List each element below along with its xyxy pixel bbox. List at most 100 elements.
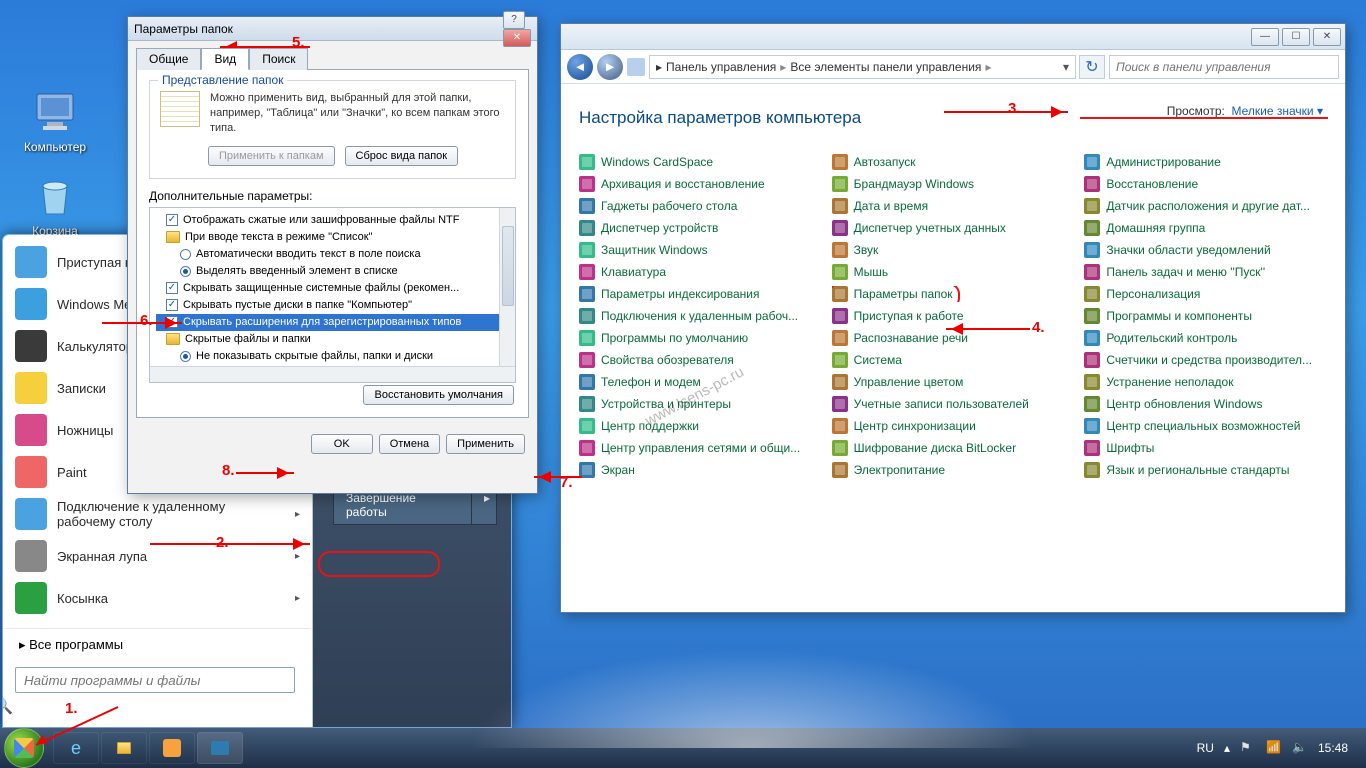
all-programs[interactable]: ▸ Все программы (5, 628, 310, 661)
cp-item[interactable]: Защитник Windows (579, 242, 822, 258)
radio[interactable] (180, 249, 191, 260)
cp-item[interactable]: Программы по умолчанию (579, 330, 822, 346)
refresh-button[interactable]: ↻ (1079, 55, 1105, 79)
network-icon[interactable]: 📶 (1266, 740, 1282, 756)
cp-item[interactable]: Восстановление (1084, 176, 1327, 192)
reset-folders-button[interactable]: Сброс вида папок (345, 146, 459, 166)
lang-indicator[interactable]: RU (1197, 741, 1214, 755)
flag-icon[interactable]: ⚑ (1240, 740, 1256, 756)
cp-item[interactable]: Звук (832, 242, 1075, 258)
maximize-button[interactable]: ☐ (1282, 28, 1310, 46)
cp-item[interactable]: Центр управления сетями и общи... (579, 440, 822, 456)
start-item[interactable]: Подключение к удаленному рабочему столу▸ (5, 493, 310, 535)
crumb-item[interactable]: Все элементы панели управления (790, 60, 981, 74)
adv-option[interactable]: Автоматически вводить текст в поле поиск… (156, 246, 511, 263)
cp-item[interactable]: Телефон и модем (579, 374, 822, 390)
cp-item[interactable]: Домашняя группа (1084, 220, 1327, 236)
cp-item[interactable]: Центр обновления Windows (1084, 396, 1327, 412)
cp-item[interactable]: Свойства обозревателя (579, 352, 822, 368)
cp-item[interactable]: Подключения к удаленным рабоч... (579, 308, 822, 324)
cancel-button[interactable]: Отмена (379, 434, 440, 454)
cp-item[interactable]: Родительский контроль (1084, 330, 1327, 346)
cp-item[interactable]: Система (832, 352, 1075, 368)
adv-option[interactable]: Выделять введенный элемент в списке (156, 263, 511, 280)
cp-item[interactable]: Архивация и восстановление (579, 176, 822, 192)
cp-item[interactable]: Администрирование (1084, 154, 1327, 170)
apply-button[interactable]: Применить (446, 434, 525, 454)
desktop-icon-recycle[interactable]: Корзина (15, 172, 95, 238)
cp-item[interactable]: Параметры папок (832, 286, 1075, 302)
vscrollbar[interactable] (499, 208, 515, 366)
tab-general[interactable]: Общие (136, 48, 201, 70)
breadcrumb[interactable]: ▸ Панель управления▸ Все элементы панели… (649, 55, 1076, 79)
start-button[interactable] (4, 728, 44, 768)
clock[interactable]: 15:48 (1318, 741, 1348, 755)
cp-item[interactable]: Автозапуск (832, 154, 1075, 170)
taskbar-ie[interactable]: e (53, 732, 99, 764)
checkbox[interactable]: ✓ (166, 282, 178, 294)
cp-item[interactable]: Устранение неполадок (1084, 374, 1327, 390)
radio[interactable] (180, 351, 191, 362)
minimize-button[interactable]: — (1251, 28, 1279, 46)
apply-to-folders-button[interactable]: Применить к папкам (208, 146, 335, 166)
cp-item[interactable]: Диспетчер учетных данных (832, 220, 1075, 236)
cp-item[interactable]: Панель задач и меню ''Пуск'' (1084, 264, 1327, 280)
close-button[interactable]: ✕ (503, 29, 531, 47)
tab-view[interactable]: Вид (201, 48, 249, 70)
cp-item[interactable]: Приступая к работе (832, 308, 1075, 324)
cp-item[interactable]: Датчик расположения и другие дат... (1084, 198, 1327, 214)
checkbox[interactable]: ✓ (166, 214, 178, 226)
cp-item[interactable]: Центр синхронизации (832, 418, 1075, 434)
adv-option[interactable]: ✓Отображать сжатые или зашифрованные фай… (156, 212, 511, 229)
checkbox[interactable]: ✓ (166, 299, 178, 311)
crumb-item[interactable]: Панель управления (666, 60, 776, 74)
ok-button[interactable]: OK (311, 434, 373, 454)
radio[interactable] (180, 266, 191, 277)
cp-view-selector[interactable]: Просмотр: Мелкие значки ▾ (1167, 104, 1323, 118)
fo-titlebar[interactable]: Параметры папок ? ✕ (128, 17, 537, 41)
start-item[interactable]: Экранная лупа▸ (5, 535, 310, 577)
cp-item[interactable]: Шифрование диска BitLocker (832, 440, 1075, 456)
desktop-icon-computer[interactable]: Компьютер (15, 88, 95, 154)
cp-item[interactable]: Электропитание (832, 462, 1075, 478)
cp-item[interactable]: Windows CardSpace (579, 154, 822, 170)
taskbar-wmp[interactable] (149, 732, 195, 764)
advanced-tree[interactable]: ✓Отображать сжатые или зашифрованные фай… (150, 208, 515, 383)
adv-option[interactable]: Скрытые файлы и папки (156, 331, 511, 348)
cp-item[interactable]: Экран (579, 462, 822, 478)
forward-button[interactable]: ► (597, 54, 623, 80)
cp-item[interactable]: Гаджеты рабочего стола (579, 198, 822, 214)
cp-item[interactable]: Устройства и принтеры (579, 396, 822, 412)
cp-item[interactable]: Счетчики и средства производител... (1084, 352, 1327, 368)
view-value[interactable]: Мелкие значки (1232, 104, 1314, 118)
help-button[interactable]: ? (503, 11, 525, 29)
adv-option[interactable]: При вводе текста в режиме "Список" (156, 229, 511, 246)
adv-option[interactable]: ✓Скрывать пустые диски в папке "Компьюте… (156, 297, 511, 314)
taskbar-app[interactable] (197, 732, 243, 764)
start-search-input[interactable] (15, 667, 295, 693)
cp-item[interactable]: Язык и региональные стандарты (1084, 462, 1327, 478)
cp-search-input[interactable] (1109, 55, 1339, 79)
taskbar-explorer[interactable] (101, 732, 147, 764)
cp-item[interactable]: Диспетчер устройств (579, 220, 822, 236)
cp-item[interactable]: Центр поддержки (579, 418, 822, 434)
cp-item[interactable]: Параметры индексирования (579, 286, 822, 302)
cp-item[interactable]: Шрифты (1084, 440, 1327, 456)
cp-item[interactable]: Дата и время (832, 198, 1075, 214)
cp-item[interactable]: Значки области уведомлений (1084, 242, 1327, 258)
cp-item[interactable]: Персонализация (1084, 286, 1327, 302)
cp-item[interactable]: Центр специальных возможностей (1084, 418, 1327, 434)
start-item[interactable]: Косынка▸ (5, 577, 310, 619)
restore-defaults-button[interactable]: Восстановить умолчания (363, 385, 514, 405)
cp-titlebar[interactable]: — ☐ ✕ (561, 24, 1345, 50)
back-button[interactable]: ◄ (567, 54, 593, 80)
close-button[interactable]: ✕ (1313, 28, 1341, 46)
adv-option[interactable]: Не показывать скрытые файлы, папки и дис… (156, 348, 511, 365)
hscrollbar[interactable] (150, 366, 515, 382)
adv-option[interactable]: ✓Скрывать расширения для зарегистрирован… (156, 314, 511, 331)
tray-chevron-icon[interactable]: ▴ (1224, 741, 1230, 755)
adv-option[interactable]: ✓Скрывать защищенные системные файлы (ре… (156, 280, 511, 297)
volume-icon[interactable]: 🔈 (1292, 740, 1308, 756)
cp-item[interactable]: Программы и компоненты (1084, 308, 1327, 324)
cp-item[interactable]: Учетные записи пользователей (832, 396, 1075, 412)
